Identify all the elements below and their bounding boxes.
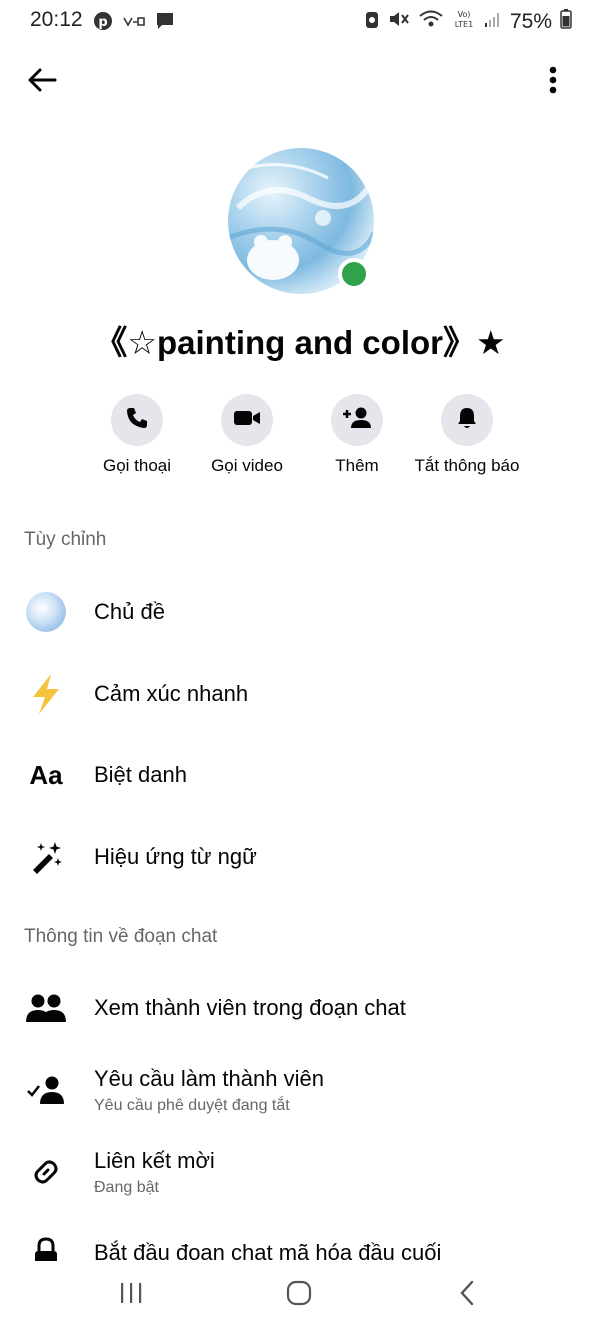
row-view-members[interactable]: Xem thành viên trong đoạn chat	[0, 976, 600, 1040]
video-icon	[233, 408, 261, 433]
row-quick-reaction-label: Cảm xúc nhanh	[94, 681, 249, 706]
row-invite-link[interactable]: Liên kết mời Đang bật	[0, 1140, 600, 1204]
recent-apps-icon	[118, 1281, 144, 1310]
video-button[interactable]	[221, 394, 273, 446]
pinterest-icon: p	[93, 11, 113, 36]
mute-notifications-button[interactable]	[441, 394, 493, 446]
magic-wand-icon	[22, 825, 70, 889]
add-action[interactable]: Thêm	[302, 394, 412, 476]
add-person-button[interactable]	[331, 394, 383, 446]
video-action[interactable]: Gọi video	[192, 394, 302, 476]
status-right-icons: Vo) LTE1 75%	[364, 8, 572, 35]
call-button[interactable]	[111, 394, 163, 446]
back-nav-icon	[458, 1280, 476, 1311]
aa-glyph: Aa	[29, 759, 63, 790]
call-action[interactable]: Gọi thoại	[82, 394, 192, 476]
svg-text:Vo): Vo)	[458, 10, 471, 19]
video-label: Gọi video	[211, 456, 283, 475]
row-view-members-label: Xem thành viên trong đoạn chat	[94, 995, 406, 1020]
status-time: 20:12	[30, 8, 83, 31]
add-label: Thêm	[335, 456, 379, 475]
more-options-button[interactable]	[538, 62, 568, 102]
battery-icon	[560, 9, 572, 34]
more-vertical-icon	[549, 66, 557, 99]
people-icon	[22, 976, 70, 1040]
row-theme[interactable]: Chủ đề	[0, 580, 600, 644]
row-invite-link-label: Liên kết mời	[94, 1148, 215, 1173]
status-bar: 20:12 p Vo) LTE1 75%	[0, 0, 600, 44]
row-member-requests-sub: Yêu cầu phê duyệt đang tắt	[94, 1097, 290, 1114]
home-button[interactable]	[269, 1273, 329, 1317]
row-word-effects-label: Hiệu ứng từ ngữ	[94, 844, 257, 869]
signal-icon	[484, 10, 502, 33]
row-theme-label: Chủ đề	[94, 599, 165, 624]
system-nav-bar	[0, 1261, 600, 1333]
bell-icon	[456, 406, 478, 435]
wifi-icon	[418, 9, 444, 34]
mute-icon	[388, 9, 410, 34]
app-icon	[123, 14, 145, 33]
group-name: 《☆painting and color》★	[94, 324, 506, 361]
quick-actions: Gọi thoại Gọi video Thêm Tắt thông báo	[82, 394, 522, 476]
section-header-chat-info: Thông tin về đoạn chat	[24, 926, 218, 947]
phone-icon	[125, 406, 149, 435]
top-bar	[0, 56, 600, 104]
svg-text:LTE1: LTE1	[455, 20, 473, 29]
row-nickname[interactable]: Aa Biệt danh	[0, 743, 600, 807]
mute-label: Tắt thông báo	[414, 456, 520, 475]
svg-text:p: p	[98, 15, 107, 30]
notification-icon	[364, 9, 380, 34]
mute-action[interactable]: Tắt thông báo	[412, 394, 522, 476]
person-check-icon	[22, 1058, 70, 1122]
arrow-left-icon	[27, 67, 57, 98]
row-quick-reaction[interactable]: Cảm xúc nhanh	[0, 662, 600, 726]
group-avatar[interactable]	[228, 148, 374, 294]
lte-icon: Vo) LTE1	[452, 8, 476, 35]
status-left-icons: p	[93, 11, 175, 36]
message-icon	[155, 11, 175, 36]
section-header-customize: Tùy chỉnh	[24, 529, 107, 550]
text-aa-icon: Aa	[22, 743, 70, 807]
row-member-requests-label: Yêu cầu làm thành viên	[94, 1066, 324, 1091]
battery-percent: 75%	[509, 9, 552, 33]
back-nav-button[interactable]	[437, 1273, 497, 1317]
row-member-requests[interactable]: Yêu cầu làm thành viên Yêu cầu phê duyệt…	[0, 1058, 600, 1122]
recent-apps-button[interactable]	[101, 1273, 161, 1317]
theme-icon	[22, 580, 70, 644]
row-word-effects[interactable]: Hiệu ứng từ ngữ	[0, 825, 600, 889]
home-icon	[286, 1280, 312, 1311]
link-icon	[22, 1140, 70, 1204]
row-invite-link-sub: Đang bật	[94, 1179, 159, 1196]
back-button[interactable]	[22, 62, 62, 102]
row-nickname-label: Biệt danh	[94, 762, 187, 787]
add-person-icon	[341, 406, 373, 435]
call-label: Gọi thoại	[102, 456, 172, 475]
lightning-icon	[22, 662, 70, 726]
online-status-indicator	[338, 258, 370, 290]
